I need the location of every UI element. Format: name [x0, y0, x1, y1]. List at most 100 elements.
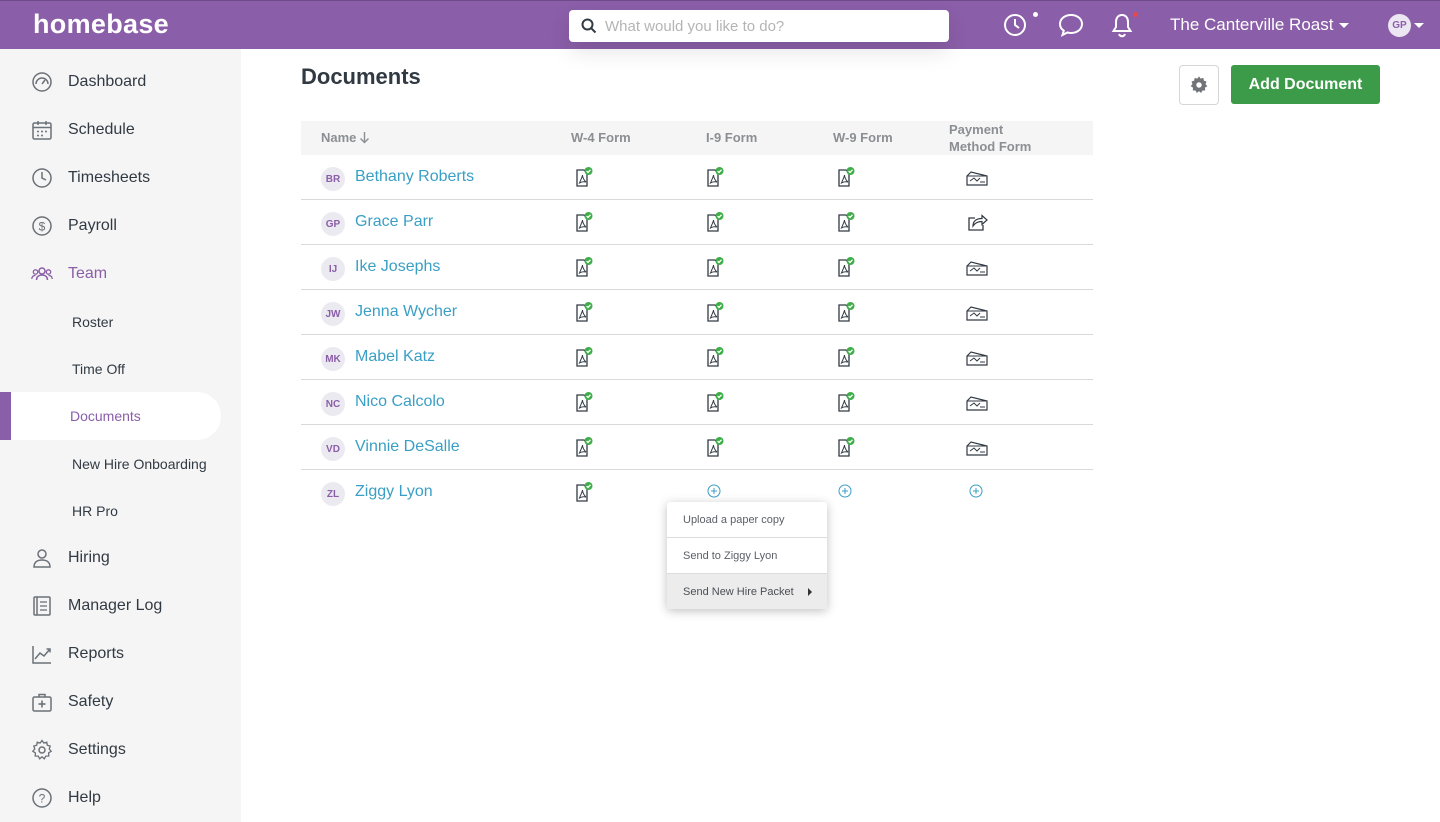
calendar-icon [32, 121, 52, 140]
employee-name-link[interactable]: Grace Parr [355, 213, 433, 231]
column-header-label-line1: Payment [949, 122, 1004, 137]
sidebar-item-hiring[interactable]: Hiring [0, 538, 241, 578]
pdf-completed-icon[interactable] [836, 211, 856, 233]
sidebar-subitem-hr-pro[interactable]: HR Pro [0, 491, 241, 531]
share-icon[interactable] [966, 211, 988, 233]
check-payment-icon[interactable] [965, 391, 989, 413]
employee-name-link[interactable]: Bethany Roberts [355, 168, 474, 186]
employee-avatar: VD [321, 437, 345, 461]
sidebar-item-label: Hiring [68, 549, 110, 566]
sort-arrow-down-icon [360, 132, 370, 144]
pdf-completed-icon[interactable] [705, 256, 725, 278]
search-input[interactable] [605, 17, 935, 35]
check-payment-icon[interactable] [965, 436, 989, 458]
settings-button[interactable] [1179, 65, 1219, 105]
add-document-button[interactable]: Add Document [1231, 65, 1380, 104]
menu-item-upload-paper-copy[interactable]: Upload a paper copy [667, 502, 827, 538]
sidebar-item-label: Team [68, 265, 108, 282]
sidebar-item-dashboard[interactable]: Dashboard [0, 62, 241, 102]
help-icon: ? [32, 788, 52, 808]
sidebar-item-manager-log[interactable]: Manager Log [0, 586, 241, 626]
location-name: The Canterville Roast [1170, 15, 1334, 34]
pdf-completed-icon[interactable] [836, 166, 856, 188]
employee-name-link[interactable]: Ziggy Lyon [355, 483, 433, 501]
menu-item-send-to-employee[interactable]: Send to Ziggy Lyon [667, 538, 827, 574]
notification-dot [1133, 12, 1138, 17]
check-payment-icon[interactable] [965, 301, 989, 323]
logbook-icon [33, 596, 51, 616]
pdf-completed-icon[interactable] [705, 436, 725, 458]
pdf-completed-icon[interactable] [574, 301, 594, 323]
pdf-completed-icon[interactable] [574, 211, 594, 233]
column-header-w4[interactable]: W-4 Form [571, 129, 631, 146]
employee-name-link[interactable]: Mabel Katz [355, 348, 435, 366]
timeclock-icon[interactable] [1003, 13, 1027, 37]
pdf-completed-icon[interactable] [574, 256, 594, 278]
sidebar-item-schedule[interactable]: Schedule [0, 110, 241, 150]
pdf-completed-icon[interactable] [705, 166, 725, 188]
sidebar-subitem-documents[interactable]: Documents [0, 392, 221, 440]
sidebar-item-label: Reports [68, 645, 125, 662]
sidebar-subitem-label: Documents [70, 408, 141, 424]
pdf-completed-icon[interactable] [836, 346, 856, 368]
add-circle-icon[interactable] [969, 484, 983, 498]
chat-icon[interactable] [1058, 13, 1084, 37]
sidebar-item-reports[interactable]: Reports [0, 634, 241, 674]
user-avatar[interactable]: GP [1388, 14, 1411, 37]
pdf-completed-icon[interactable] [836, 301, 856, 323]
employee-name-link[interactable]: Nico Calcolo [355, 393, 445, 411]
pdf-completed-icon[interactable] [705, 391, 725, 413]
pdf-completed-icon[interactable] [574, 166, 594, 188]
column-header-i9[interactable]: I-9 Form [706, 129, 757, 146]
column-header-payment[interactable]: Payment Method Form [949, 121, 1031, 155]
pdf-completed-icon[interactable] [705, 301, 725, 323]
homebase-logo[interactable]: homebase [33, 9, 169, 40]
sidebar-item-payroll[interactable]: $ Payroll [0, 206, 241, 246]
employee-name-link[interactable]: Jenna Wycher [355, 303, 457, 321]
user-menu-chevron-icon[interactable] [1414, 23, 1424, 28]
sidebar-item-team[interactable]: Team [0, 254, 241, 294]
sidebar-item-safety[interactable]: Safety [0, 682, 241, 722]
team-icon [31, 267, 53, 281]
pdf-completed-icon[interactable] [836, 256, 856, 278]
add-circle-icon[interactable] [707, 484, 721, 498]
sidebar-item-label: Payroll [68, 217, 117, 234]
clock-icon [32, 168, 52, 188]
employee-name-link[interactable]: Vinnie DeSalle [355, 438, 460, 456]
person-icon [33, 549, 51, 568]
gear-icon [1190, 76, 1208, 93]
table-row: NC Nico Calcolo [301, 380, 1093, 425]
employee-avatar: BR [321, 167, 345, 191]
column-header-w9[interactable]: W-9 Form [833, 129, 893, 146]
bell-icon[interactable] [1111, 12, 1133, 38]
pdf-completed-icon[interactable] [836, 391, 856, 413]
sidebar-subitem-new-hire-onboarding[interactable]: New Hire Onboarding [0, 444, 241, 484]
pdf-completed-icon[interactable] [574, 481, 594, 503]
employee-name-link[interactable]: Ike Josephs [355, 258, 440, 276]
chevron-right-icon [808, 588, 812, 596]
search-bar[interactable] [569, 10, 949, 42]
sidebar-item-timesheets[interactable]: Timesheets [0, 158, 241, 198]
table-header: Name W-4 Form I-9 Form W-9 Form Payment … [301, 121, 1093, 155]
sidebar-subitem-roster[interactable]: Roster [0, 302, 241, 342]
pdf-completed-icon[interactable] [574, 436, 594, 458]
column-header-name[interactable]: Name [321, 129, 370, 146]
add-circle-icon[interactable] [838, 484, 852, 498]
sidebar-subitem-time-off[interactable]: Time Off [0, 349, 241, 389]
location-selector[interactable]: The Canterville Roast [1170, 15, 1350, 35]
pdf-completed-icon[interactable] [574, 346, 594, 368]
check-payment-icon[interactable] [965, 166, 989, 188]
svg-text:$: $ [39, 220, 46, 234]
pdf-completed-icon[interactable] [705, 211, 725, 233]
check-payment-icon[interactable] [965, 346, 989, 368]
sidebar-item-help[interactable]: ? Help [0, 778, 241, 818]
pdf-completed-icon[interactable] [836, 436, 856, 458]
sidebar-item-settings[interactable]: Settings [0, 730, 241, 770]
check-payment-icon[interactable] [965, 256, 989, 278]
menu-item-label: Send New Hire Packet [683, 585, 794, 598]
table-row: VD Vinnie DeSalle [301, 425, 1093, 470]
pdf-completed-icon[interactable] [705, 346, 725, 368]
pdf-completed-icon[interactable] [574, 391, 594, 413]
menu-item-send-new-hire-packet[interactable]: Send New Hire Packet [667, 574, 827, 609]
sidebar-item-label: Settings [68, 741, 126, 758]
